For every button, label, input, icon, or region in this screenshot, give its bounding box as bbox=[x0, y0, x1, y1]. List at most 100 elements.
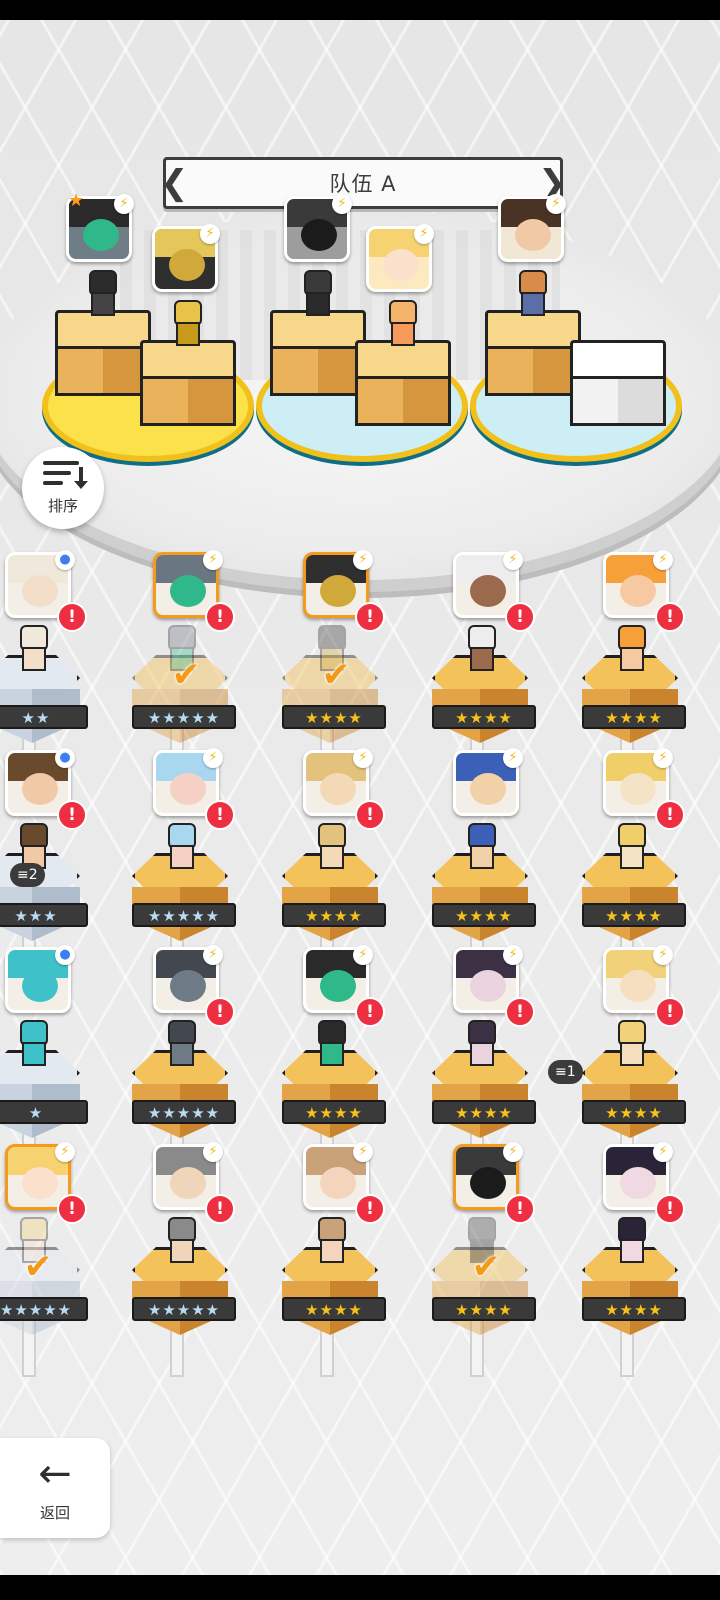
lightning-icon: ⚡ bbox=[55, 1142, 75, 1162]
new-alert-icon: ! bbox=[205, 997, 235, 1027]
formation-block-2b[interactable] bbox=[355, 340, 451, 426]
star-rating: ★★★★★ bbox=[132, 1100, 236, 1124]
new-alert-icon: ! bbox=[655, 602, 685, 632]
sort-icon bbox=[43, 460, 88, 491]
star-rating: ★★★★★ bbox=[132, 1297, 236, 1321]
status-bar bbox=[0, 0, 720, 20]
lightning-icon: ⚡ bbox=[353, 945, 373, 965]
star-rating: ★★★★★ bbox=[0, 1297, 88, 1321]
lightning-icon: ⚡ bbox=[353, 550, 373, 570]
lightning-icon: ⚡ bbox=[653, 945, 673, 965]
new-alert-icon: ! bbox=[355, 1194, 385, 1224]
star-rating: ★ bbox=[0, 1100, 88, 1124]
duplicate-count-badge: ≡1 bbox=[548, 1060, 583, 1084]
star-rating: ★★★★ bbox=[282, 1297, 386, 1321]
star-rating: ★★★★ bbox=[282, 903, 386, 927]
new-alert-icon: ! bbox=[505, 1194, 535, 1224]
new-alert-icon: ! bbox=[655, 800, 685, 830]
lightning-icon: ⚡ bbox=[200, 224, 220, 244]
new-alert-icon: ! bbox=[355, 800, 385, 830]
star-rating: ★★★★ bbox=[582, 903, 686, 927]
new-alert-icon: ! bbox=[505, 997, 535, 1027]
lightning-icon: ⚡ bbox=[653, 1142, 673, 1162]
formation-sprite-1a bbox=[83, 270, 119, 316]
new-alert-icon: ! bbox=[57, 1194, 87, 1224]
sort-button[interactable]: 排序 bbox=[22, 447, 104, 529]
new-alert-icon: ! bbox=[205, 800, 235, 830]
character-sprite bbox=[14, 625, 50, 671]
formation-block-2a[interactable] bbox=[270, 310, 366, 396]
character-sprite bbox=[312, 1217, 348, 1263]
lightning-icon: ⚡ bbox=[353, 1142, 373, 1162]
lightning-icon: ⚡ bbox=[503, 945, 523, 965]
formation-sprite-1b bbox=[168, 300, 204, 346]
star-rating: ★★★★ bbox=[432, 1100, 536, 1124]
game-screen: ❮ 队伍 A ❯ ★ ⚡ ⚡ ⚡ ⚡ ⚡ 排序 ● ! ★★ ⚡ ! ✔ ★★★… bbox=[0, 20, 720, 1575]
character-sprite bbox=[162, 1217, 198, 1263]
new-alert-icon: ! bbox=[655, 1194, 685, 1224]
back-label: 返回 bbox=[39, 1503, 70, 1522]
formation-sprite-3a bbox=[513, 270, 549, 316]
lightning-icon: ⚡ bbox=[503, 1142, 523, 1162]
lightning-icon: ⚡ bbox=[503, 550, 523, 570]
formation-block-3a[interactable] bbox=[485, 310, 581, 396]
formation-block-1b[interactable] bbox=[140, 340, 236, 426]
new-alert-icon: ! bbox=[655, 997, 685, 1027]
new-alert-icon: ! bbox=[505, 602, 535, 632]
character-sprite bbox=[462, 1020, 498, 1066]
star-rating: ★★★★ bbox=[432, 1297, 536, 1321]
lightning-icon: ⚡ bbox=[203, 748, 223, 768]
star-rating: ★★★★ bbox=[432, 903, 536, 927]
lightning-icon: ⚡ bbox=[203, 550, 223, 570]
element-dot-icon: ● bbox=[55, 945, 75, 965]
star-rating: ★★★★ bbox=[282, 705, 386, 729]
lightning-icon: ⚡ bbox=[503, 748, 523, 768]
lightning-icon: ⚡ bbox=[546, 194, 566, 214]
back-button[interactable]: ← 返回 bbox=[0, 1438, 110, 1538]
character-sprite bbox=[14, 823, 50, 869]
lightning-icon: ⚡ bbox=[114, 194, 134, 214]
prev-team-arrow-icon[interactable]: ❮ bbox=[160, 164, 189, 202]
character-sprite bbox=[462, 823, 498, 869]
leader-star-icon: ★ bbox=[68, 190, 85, 211]
lightning-icon: ⚡ bbox=[353, 748, 373, 768]
character-sprite bbox=[14, 1020, 50, 1066]
new-alert-icon: ! bbox=[355, 997, 385, 1027]
character-sprite bbox=[612, 625, 648, 671]
star-rating: ★★ bbox=[0, 705, 88, 729]
character-sprite bbox=[312, 1020, 348, 1066]
star-rating: ★★★★ bbox=[432, 705, 536, 729]
lightning-icon: ⚡ bbox=[203, 945, 223, 965]
star-rating: ★★★★★ bbox=[132, 705, 236, 729]
new-alert-icon: ! bbox=[57, 602, 87, 632]
new-alert-icon: ! bbox=[57, 800, 87, 830]
star-rating: ★★★★ bbox=[582, 1297, 686, 1321]
in-team-check-icon: ✔ bbox=[171, 655, 201, 695]
star-rating: ★★★★ bbox=[582, 1100, 686, 1124]
star-rating: ★★★★★ bbox=[132, 903, 236, 927]
character-sprite bbox=[162, 823, 198, 869]
character-sprite bbox=[462, 625, 498, 671]
lightning-icon: ⚡ bbox=[332, 194, 352, 214]
back-arrow-icon: ← bbox=[38, 1450, 72, 1497]
lightning-icon: ⚡ bbox=[653, 748, 673, 768]
formation-block-1a[interactable] bbox=[55, 310, 151, 396]
character-sprite bbox=[612, 823, 648, 869]
star-rating: ★★★★ bbox=[582, 705, 686, 729]
character-sprite bbox=[612, 1217, 648, 1263]
character-sprite bbox=[162, 1020, 198, 1066]
element-dot-icon: ● bbox=[55, 550, 75, 570]
new-alert-icon: ! bbox=[205, 1194, 235, 1224]
sort-label: 排序 bbox=[47, 496, 78, 515]
in-team-check-icon: ✔ bbox=[321, 655, 351, 695]
duplicate-count-badge: ≡2 bbox=[10, 863, 45, 887]
new-alert-icon: ! bbox=[355, 602, 385, 632]
character-sprite bbox=[612, 1020, 648, 1066]
character-sprite bbox=[312, 823, 348, 869]
in-team-check-icon: ✔ bbox=[23, 1247, 53, 1287]
formation-sprite-2a bbox=[298, 270, 334, 316]
new-alert-icon: ! bbox=[205, 602, 235, 632]
in-team-check-icon: ✔ bbox=[471, 1247, 501, 1287]
formation-block-3b-empty[interactable] bbox=[570, 340, 666, 426]
star-rating: ★★★ bbox=[0, 903, 88, 927]
